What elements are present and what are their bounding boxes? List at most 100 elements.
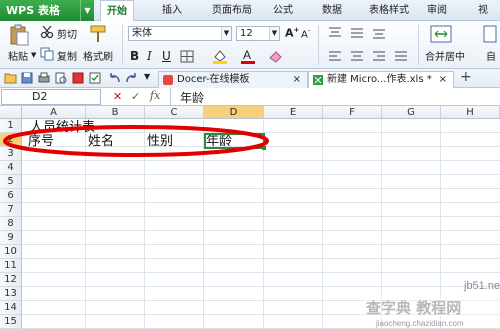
row-header-13[interactable]: 13 xyxy=(0,287,22,301)
tab-label: 新建 Micro...作表.xls * xyxy=(327,74,432,85)
open-folder-icon[interactable] xyxy=(4,72,17,84)
tab-label: Docer-在线模板 xyxy=(177,74,250,85)
watermark-line1: jb51.net xyxy=(463,280,500,292)
row-gridline xyxy=(22,244,500,245)
align-bottom-icon[interactable] xyxy=(372,27,386,39)
select-all-corner[interactable] xyxy=(0,106,22,119)
pdf-icon[interactable] xyxy=(72,72,84,84)
row-gridline xyxy=(22,188,500,189)
column-header-e[interactable]: E xyxy=(264,106,323,119)
name-box[interactable]: D2 xyxy=(1,89,101,105)
save-icon[interactable] xyxy=(21,72,33,84)
spreadsheet-grid[interactable]: ABCDEFGH 1 2 3 4 5 6 7 8 9 10 11 12 13 14 15 人员统计表 序号 … xyxy=(0,106,500,329)
column-header-h[interactable]: H xyxy=(441,106,500,119)
undo-icon[interactable] xyxy=(108,72,121,84)
merge-center-icon[interactable] xyxy=(430,24,452,44)
tab-insert[interactable]: 插入 xyxy=(162,0,182,21)
decrease-font-icon[interactable]: A- xyxy=(301,27,310,40)
border-icon[interactable] xyxy=(180,50,194,63)
align-center-icon[interactable] xyxy=(350,50,364,62)
paste-dropdown-icon[interactable]: ▼ xyxy=(31,51,36,59)
close-icon[interactable]: × xyxy=(439,72,447,87)
row-header-4[interactable]: 4 xyxy=(0,161,22,175)
row-header-6[interactable]: 6 xyxy=(0,189,22,203)
app-menu-button[interactable]: WPS 表格 ▼ xyxy=(0,0,94,21)
fill-color-icon[interactable] xyxy=(212,49,228,64)
row-gridline xyxy=(22,258,500,259)
tab-page-layout[interactable]: 页面布局 xyxy=(212,0,252,21)
format-painter-icon[interactable] xyxy=(88,24,108,44)
column-header-b[interactable]: B xyxy=(86,106,145,119)
tab-data[interactable]: 数据 xyxy=(322,0,342,21)
insert-function-icon[interactable]: fx xyxy=(150,89,160,102)
italic-icon[interactable]: I xyxy=(147,49,152,63)
confirm-icon[interactable]: ✓ xyxy=(131,90,140,103)
tab-view[interactable]: 视 xyxy=(478,0,488,21)
font-select[interactable]: 宋体 ▼ xyxy=(128,26,232,41)
copy-button[interactable]: 复制 xyxy=(57,48,77,63)
tab-review[interactable]: 审阅 xyxy=(427,0,447,21)
format-painter-label[interactable]: 格式刷 xyxy=(83,48,113,63)
spreadsheet-icon xyxy=(313,75,323,85)
clear-format-icon[interactable] xyxy=(268,48,284,64)
column-header-d[interactable]: D xyxy=(204,106,264,119)
formula-input[interactable]: 年龄 xyxy=(180,89,204,106)
spellcheck-icon[interactable] xyxy=(89,72,101,84)
divider xyxy=(122,25,123,65)
cut-button[interactable]: 剪切 xyxy=(57,26,77,41)
column-header-a[interactable]: A xyxy=(22,106,86,119)
align-top-icon[interactable] xyxy=(328,27,342,39)
align-middle-icon[interactable] xyxy=(350,27,364,39)
tab-formulas[interactable]: 公式 xyxy=(273,0,293,21)
watermark-line2: 查字典 教程网 xyxy=(366,299,461,317)
cut-icon[interactable] xyxy=(40,25,54,39)
chevron-down-icon[interactable]: ▼ xyxy=(80,0,94,21)
align-left-icon[interactable] xyxy=(328,50,342,62)
justify-icon[interactable] xyxy=(394,50,408,62)
row-header-12[interactable]: 12 xyxy=(0,273,22,287)
underline-icon[interactable]: U xyxy=(162,49,171,63)
redo-icon[interactable] xyxy=(125,72,138,84)
new-tab-button[interactable]: + xyxy=(460,69,472,85)
tab-workbook[interactable]: 新建 Micro...作表.xls * × xyxy=(308,71,454,88)
row-header-14[interactable]: 14 xyxy=(0,301,22,315)
formula-bar: D2 ✕ ✓ fx 年龄 xyxy=(0,88,500,106)
chevron-down-icon[interactable]: ▼ xyxy=(144,72,150,81)
watermark-logo: jb51.net 查字典 教程网 jiaocheng.chazidian.com xyxy=(360,280,500,328)
cancel-icon[interactable]: ✕ xyxy=(113,90,122,103)
tab-docer-templates[interactable]: Docer-在线模板 × xyxy=(158,71,308,88)
print-preview-icon[interactable] xyxy=(55,72,67,84)
row-header-8[interactable]: 8 xyxy=(0,217,22,231)
font-color-icon[interactable]: A xyxy=(240,48,256,64)
merge-center-button[interactable]: 合并居中 xyxy=(425,48,465,63)
row-header-15[interactable]: 15 xyxy=(0,315,22,329)
align-right-icon[interactable] xyxy=(372,50,386,62)
increase-font-icon[interactable]: A+ xyxy=(285,26,299,40)
row-gridline xyxy=(22,216,500,217)
paste-label[interactable]: 粘贴 xyxy=(8,48,28,63)
row-header-11[interactable]: 11 xyxy=(0,259,22,273)
wrap-text-icon[interactable] xyxy=(483,25,497,43)
row-header-7[interactable]: 7 xyxy=(0,203,22,217)
close-icon[interactable]: × xyxy=(293,72,301,87)
svg-text:A: A xyxy=(243,48,251,62)
column-header-c[interactable]: C xyxy=(145,106,204,119)
font-size-select[interactable]: 12 ▼ xyxy=(236,26,280,41)
ribbon: 粘贴 ▼ 剪切 复制 格式刷 宋体 ▼ 12 ▼ A+ A- B I U A 合… xyxy=(0,21,500,69)
paste-icon[interactable] xyxy=(8,24,30,46)
tab-table-style[interactable]: 表格样式 xyxy=(369,0,409,21)
chevron-down-icon[interactable]: ▼ xyxy=(269,27,279,40)
wrap-text-button[interactable]: 自 xyxy=(486,48,496,63)
column-header-g[interactable]: G xyxy=(382,106,441,119)
row-gridline xyxy=(22,202,500,203)
copy-icon[interactable] xyxy=(40,47,54,61)
print-icon[interactable] xyxy=(38,72,50,84)
row-header-10[interactable]: 10 xyxy=(0,245,22,259)
bold-icon[interactable]: B xyxy=(130,49,139,63)
row-header-5[interactable]: 5 xyxy=(0,175,22,189)
row-header-9[interactable]: 9 xyxy=(0,231,22,245)
chevron-down-icon[interactable]: ▼ xyxy=(221,27,231,40)
column-header-f[interactable]: F xyxy=(323,106,382,119)
tab-home[interactable]: 开始 xyxy=(100,0,134,22)
docer-icon xyxy=(163,75,173,85)
